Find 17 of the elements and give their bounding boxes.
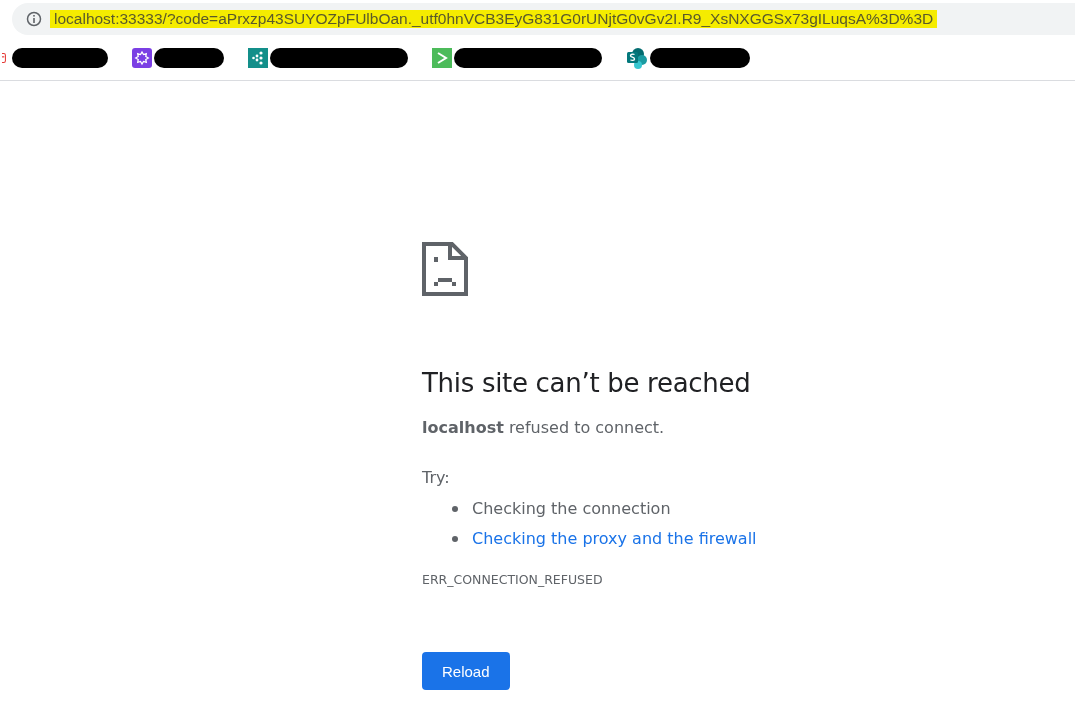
reload-button[interactable]: Reload bbox=[422, 652, 510, 690]
dots-icon bbox=[248, 47, 268, 68]
suggestion-link[interactable]: Checking the proxy and the firewall bbox=[472, 524, 757, 554]
bullet-icon bbox=[452, 506, 458, 512]
info-icon[interactable] bbox=[26, 11, 42, 27]
sad-page-icon bbox=[422, 242, 468, 296]
suggestion-text: Checking the connection bbox=[472, 498, 671, 520]
try-label: Try: bbox=[422, 467, 451, 489]
error-title: This site can’t be reached bbox=[422, 367, 752, 400]
error-code: ERR_CONNECTION_REFUSED bbox=[422, 572, 604, 588]
chevron-icon bbox=[432, 47, 452, 68]
url-text: localhost:33333/?code=aPrxzp43SUYOZpFUlbOan._utf0hnVCB3EyG831G0rUNjtG0vGv2I.R9_XsNXGGSx73gILuqsA%3D%3D bbox=[50, 10, 938, 28]
badge-icon bbox=[132, 47, 152, 68]
error-message: localhost refused to connect. bbox=[422, 417, 666, 439]
bullet-icon bbox=[452, 536, 458, 542]
address-bar[interactable]: localhost:33333/?code=aPrxzp43SUYOZpFUlbOan._utf0hnVCB3EyG831G0rUNjtG0vGv2I.R9_XsNXGGSx73gILuqsA%3D%3D bbox=[12, 3, 1075, 35]
letter-s-icon bbox=[626, 46, 648, 69]
